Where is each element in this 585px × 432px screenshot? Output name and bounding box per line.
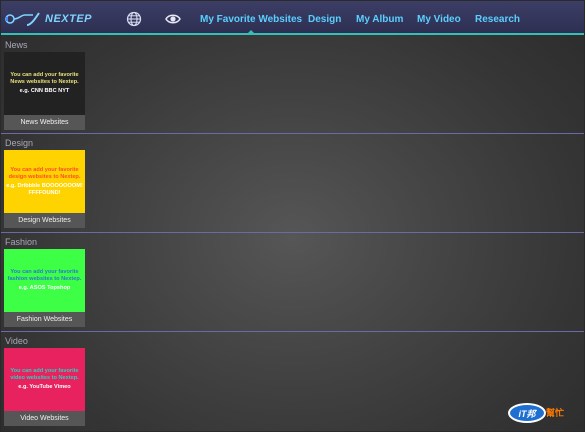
tile-fashion-websites[interactable]: You can add your favorite fashion websit… [4,249,85,327]
logo-text: NEXTEP [45,13,93,25]
tile-preview: You can add your favorite design website… [4,150,85,213]
tile-label: Design Websites [4,213,85,228]
tile-label: News Websites [4,115,85,130]
tab-label: My Album [356,14,404,25]
section-design: Design You can add your favorite design … [1,135,584,233]
section-title: Fashion [5,237,38,247]
tile-design-websites[interactable]: You can add your favorite design website… [4,150,85,228]
tab-label: My Favorite Websites [200,14,303,25]
section-divider [1,331,584,332]
tile-description: You can add your favorite design website… [8,166,81,180]
tab-label: Research [475,14,521,25]
tile-preview: You can add your favorite fashion websit… [4,249,85,312]
tile-label: Video Websites [4,411,85,426]
globe-button[interactable] [126,11,142,27]
tab-design[interactable]: Design [308,14,341,25]
section-news: News You can add your favorite News webs… [1,37,584,135]
tab-label: Design [308,14,342,25]
tile-example: e.g. CNN BBC NYT [19,88,70,94]
section-title: Design [5,138,34,148]
section-title: News [5,40,28,50]
tile-video-websites[interactable]: You can add your favorite video websites… [4,348,85,426]
tile-example: e.g. ASOS Topshop [18,285,71,291]
ithome-watermark: iT邦 幫忙 [508,401,574,425]
logo-mark-icon [5,12,40,26]
eye-icon [165,14,181,24]
tile-description: You can add your favorite video websites… [10,368,79,381]
section-video: Video You can add your favorite video we… [1,333,584,431]
tile-news-websites[interactable]: You can add your favorite News websites … [4,52,85,130]
section-fashion: Fashion You can add your favorite fashio… [1,234,584,332]
tile-label: Fashion Websites [4,312,85,327]
tile-description: You can add your favorite News websites … [10,72,79,85]
section-title: Video [5,336,28,346]
nextep-logo[interactable]: NEXTEP [5,9,95,29]
tile-description: You can add your favorite fashion websit… [7,269,82,282]
watermark-left-text: iT邦 [518,408,536,419]
tile-preview: You can add your favorite video websites… [4,348,85,411]
active-tab-indicator [246,30,257,35]
tile-preview: You can add your favorite News websites … [4,52,85,115]
section-divider [1,133,584,134]
watermark-right-text: 幫忙 [546,408,565,418]
tab-my-album[interactable]: My Album [356,14,403,25]
tab-research[interactable]: Research [475,14,520,25]
app-window: NEXTEP My Favorite Websites Design My Al… [0,0,585,432]
watermark-bubble: iT邦 [508,403,546,423]
top-navigation-bar: NEXTEP My Favorite Websites Design My Al… [1,1,584,35]
tile-example: e.g. Dribbble BOOOOOOOM! FFFFOUND! [6,182,83,196]
view-button[interactable] [165,11,181,27]
tab-my-video[interactable]: My Video [417,14,461,25]
tab-label: My Video [417,14,461,25]
tile-example: e.g. YouTube Vimeo [18,384,71,390]
tab-my-favorite-websites[interactable]: My Favorite Websites [200,14,303,35]
globe-icon [126,11,142,27]
section-divider [1,232,584,233]
